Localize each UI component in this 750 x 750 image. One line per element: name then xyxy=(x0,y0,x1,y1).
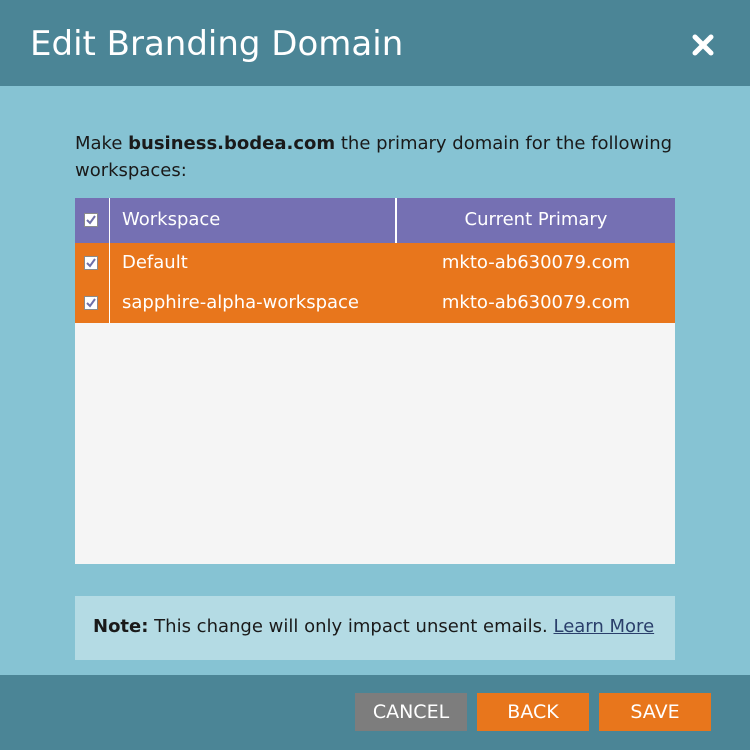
row-workspace: sapphire-alpha-workspace xyxy=(122,292,359,313)
edit-branding-domain-dialog: Edit Branding Domain Make business.bodea… xyxy=(0,0,750,750)
column-header-workspace[interactable]: Workspace xyxy=(110,198,397,243)
note-box: Note: This change will only impact unsen… xyxy=(75,596,675,660)
intro-text: Make business.bodea.com the primary doma… xyxy=(75,130,685,184)
note-body: This change will only impact unsent emai… xyxy=(148,616,554,637)
dialog-header: Edit Branding Domain xyxy=(0,0,750,86)
row-workspace: Default xyxy=(122,252,188,273)
column-header-current-primary-label: Current Primary xyxy=(464,209,608,230)
table-row[interactable]: sapphire-alpha-workspace mkto-ab630079.c… xyxy=(75,283,675,323)
dialog-footer: CANCEL BACK SAVE xyxy=(0,675,750,750)
row-checkbox[interactable] xyxy=(84,296,98,310)
checkmark-icon xyxy=(86,258,96,268)
header-check-cell xyxy=(75,198,110,243)
intro-domain: business.bodea.com xyxy=(128,133,336,154)
save-button[interactable]: SAVE xyxy=(599,693,711,731)
row-check-cell xyxy=(75,243,110,283)
select-all-checkbox[interactable] xyxy=(84,213,98,227)
column-header-current-primary[interactable]: Current Primary xyxy=(397,198,675,243)
close-icon[interactable] xyxy=(690,32,716,58)
note-label: Note: xyxy=(93,616,149,637)
back-button[interactable]: BACK xyxy=(477,693,589,731)
row-current-primary: mkto-ab630079.com xyxy=(441,292,631,313)
intro-prefix: Make xyxy=(75,133,129,154)
column-header-workspace-label: Workspace xyxy=(122,209,221,230)
grid-header: Workspace Current Primary xyxy=(75,198,675,243)
learn-more-link[interactable]: Learn More xyxy=(553,616,654,637)
workspace-grid: Workspace Current Primary Default mkto-a… xyxy=(75,198,675,564)
dialog-title: Edit Branding Domain xyxy=(30,24,404,64)
row-checkbox[interactable] xyxy=(84,256,98,270)
checkmark-icon xyxy=(86,215,96,225)
note-text: Note: This change will only impact unsen… xyxy=(93,616,654,638)
checkmark-icon xyxy=(86,298,96,308)
row-check-cell xyxy=(75,283,110,323)
cancel-button[interactable]: CANCEL xyxy=(355,693,467,731)
row-current-primary: mkto-ab630079.com xyxy=(441,252,631,273)
table-row[interactable]: Default mkto-ab630079.com xyxy=(75,243,675,283)
